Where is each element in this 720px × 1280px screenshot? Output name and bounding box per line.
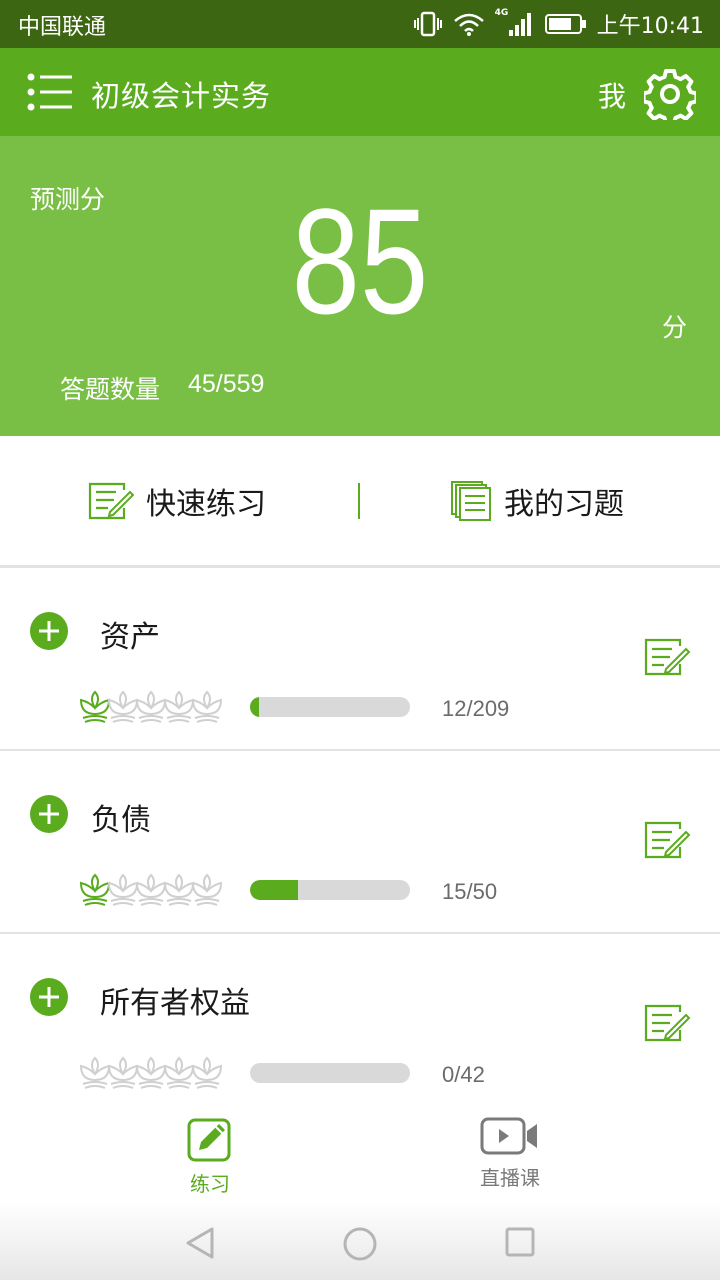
answered-count-label: 答题数量 (60, 375, 161, 404)
divider (358, 483, 360, 519)
progress-bar (250, 697, 410, 717)
document-stack-icon (451, 481, 491, 521)
predicted-score-value: 85 (291, 177, 429, 345)
note-edit-icon (88, 482, 134, 520)
chapter-item-liabilities[interactable]: 负债 15/50 (0, 751, 720, 934)
quick-practice-button[interactable]: 快速练习 (88, 480, 266, 522)
chapter-title: 负债 (91, 803, 151, 838)
tab-practice[interactable]: 练习 (140, 1116, 280, 1197)
recents-square-icon[interactable] (504, 1226, 536, 1258)
expand-plus-icon[interactable] (30, 795, 68, 833)
chapter-title: 资产 (100, 620, 160, 655)
lotus-rating-icon (79, 1056, 223, 1089)
lotus-icon (79, 873, 111, 906)
progress-bar (250, 880, 410, 900)
lotus-icon (135, 1056, 167, 1089)
home-circle-icon[interactable] (342, 1226, 378, 1262)
tab-live-course-label: 直播课 (480, 1166, 540, 1190)
my-questions-button[interactable]: 我的习题 (450, 480, 624, 522)
lotus-icon (191, 690, 223, 723)
page-title: 初级会计实务 (91, 79, 272, 113)
lotus-icon (191, 873, 223, 906)
tab-live-course[interactable]: 直播课 (440, 1116, 580, 1191)
quick-actions: 快速练习 我的习题 (0, 436, 720, 568)
score-unit: 分 (662, 313, 688, 342)
chapter-title: 所有者权益 (100, 986, 250, 1021)
lotus-icon (163, 690, 195, 723)
lotus-icon (79, 690, 111, 723)
lotus-icon (107, 873, 139, 906)
pencil-edit-icon (187, 1118, 231, 1162)
battery-icon (544, 14, 586, 34)
menu-list-icon[interactable] (26, 70, 74, 114)
quick-practice-label: 快速练习 (146, 487, 266, 522)
lotus-icon (163, 873, 195, 906)
settings-gear-icon[interactable] (644, 68, 696, 120)
progress-count: 0/42 (442, 1062, 485, 1087)
progress-bar (250, 1063, 410, 1083)
note-edit-icon[interactable] (644, 638, 692, 678)
lotus-icon (79, 1056, 111, 1089)
expand-plus-icon[interactable] (30, 978, 68, 1016)
status-icons: 4G 上午10:41 (413, 8, 704, 40)
lotus-icon (163, 1056, 195, 1089)
lotus-icon (135, 873, 167, 906)
lotus-icon (107, 690, 139, 723)
lotus-rating-icon (79, 690, 223, 723)
lotus-icon (107, 1056, 139, 1089)
status-bar: 中国联通 4G 上午10:41 (0, 0, 720, 48)
progress-count: 15/50 (442, 879, 498, 904)
note-edit-icon[interactable] (644, 821, 692, 861)
back-triangle-icon[interactable] (184, 1226, 216, 1260)
progress-count: 12/209 (442, 696, 510, 721)
cell-signal-icon: 4G (495, 8, 535, 38)
vibrate-icon (413, 11, 442, 37)
chapter-item-equity[interactable]: 所有者权益 0/42 (0, 934, 720, 1117)
expand-plus-icon[interactable] (30, 612, 68, 650)
system-nav-bar (0, 1202, 720, 1280)
wifi-icon (453, 13, 484, 36)
me-button[interactable]: 我 (598, 75, 626, 115)
tab-practice-label: 练习 (190, 1172, 230, 1196)
video-camera-icon (480, 1117, 537, 1155)
score-panel: 预测分 85 分 答题数量 45/559 (0, 136, 720, 436)
clock: 上午10:41 (596, 14, 704, 39)
carrier-name: 中国联通 (18, 15, 107, 40)
answered-count-value: 45/559 (188, 370, 265, 398)
chapter-item-assets[interactable]: 资产 12/209 (0, 568, 720, 751)
app-bar: 初级会计实务 我 (0, 48, 720, 136)
my-questions-label: 我的习题 (504, 487, 624, 522)
progress-fill (250, 880, 298, 900)
note-edit-icon[interactable] (644, 1004, 692, 1044)
lotus-icon (191, 1056, 223, 1089)
lotus-icon (135, 690, 167, 723)
bottom-nav: 练习 直播课 (0, 1096, 720, 1202)
progress-fill (250, 697, 260, 717)
lotus-rating-icon (79, 873, 223, 906)
